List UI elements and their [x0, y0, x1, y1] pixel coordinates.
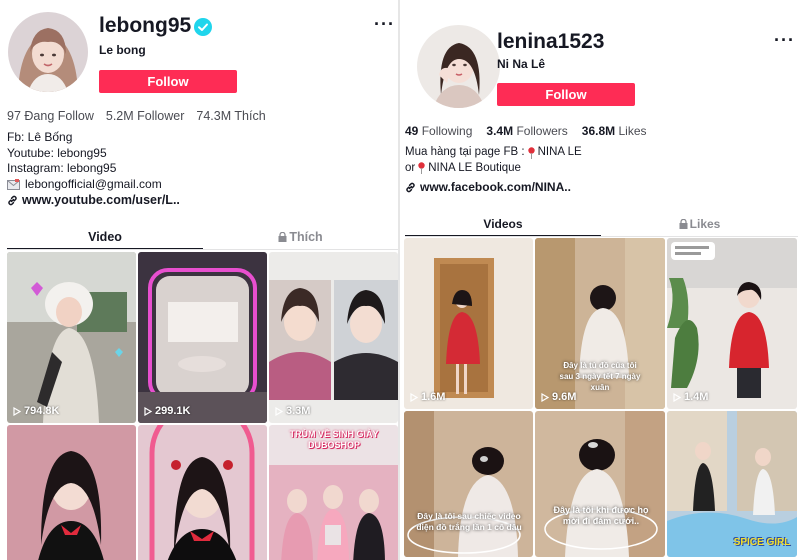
video-thumbnail[interactable]: 794.8K — [7, 252, 136, 423]
follow-button[interactable]: Follow — [99, 70, 237, 93]
profile-bio: Mua hàng tại page FB : NINA LE or NINA L… — [405, 145, 582, 176]
tabs-divider — [405, 236, 798, 237]
play-icon — [673, 392, 681, 402]
profile-tabs: Videos Likes — [405, 213, 798, 235]
video-caption: Đây là tôi sau chiếc video diện đồ trắng… — [416, 511, 522, 532]
video-thumbnail[interactable]: 3.3M — [269, 252, 398, 423]
view-count: 299.1K — [144, 405, 190, 417]
video-grid: 794.8K 299.1K 3.3M TRÙM VỀ SINH GIÀY DUB… — [7, 252, 398, 560]
profile-username: lebong95 — [99, 14, 192, 37]
video-banner-text: TRÙM VỀ SINH GIÀY DUBOSHOP — [289, 429, 379, 450]
followers-count[interactable]: 5.2M Follower — [106, 109, 185, 123]
profile-username: lenina1523 — [497, 30, 605, 53]
video-thumbnail[interactable]: 299.1K — [138, 252, 267, 423]
view-count: 794.8K — [13, 405, 59, 417]
profile-nickname: Ni Na Lê — [497, 57, 546, 71]
profile-stats: 49 Following 3.4M Followers 36.8M Likes — [405, 124, 647, 138]
likes-count: 74.3M Thích — [196, 109, 266, 123]
video-thumbnail[interactable] — [7, 425, 136, 560]
lock-icon — [679, 219, 688, 229]
more-dots-icon[interactable]: ··· — [374, 14, 395, 35]
view-count: 9.6M — [541, 391, 576, 403]
bio-line: Youtube: lebong95 — [7, 145, 107, 160]
video-caption: Đây là tủ đồ của tôi sau 3 ngày tết 7 ng… — [559, 361, 641, 392]
view-count: 1.6M — [410, 391, 445, 403]
followers-count[interactable]: 3.4M Followers — [486, 124, 567, 138]
follow-button[interactable]: Follow — [497, 83, 635, 106]
profile-panel-lebong95: lebong95 Le bong ··· Follow 97 Đang Foll… — [0, 0, 398, 560]
bio-line: Mua hàng tại page FB : NINA LE — [405, 146, 582, 159]
profile-link[interactable]: www.facebook.com/NINA.. — [405, 180, 571, 194]
profile-link[interactable]: www.youtube.com/user/L.. — [7, 193, 180, 207]
play-icon — [541, 392, 549, 402]
video-thumbnail[interactable]: 1.4M — [667, 238, 797, 409]
link-icon — [406, 182, 415, 192]
mail-icon — [7, 178, 20, 190]
video-thumbnail[interactable]: Đây là tôi khi được họ mời đi đám cưới.. — [535, 411, 665, 557]
video-thumbnail[interactable]: Đây là tôi sau chiếc video diện đồ trắng… — [404, 411, 533, 557]
pin-icon — [527, 147, 535, 159]
view-count: 1.4M — [673, 391, 708, 403]
video-thumbnail[interactable]: Đây là tủ đồ của tôi sau 3 ngày tết 7 ng… — [535, 238, 665, 409]
bio-line: Instagram: lebong95 — [7, 161, 117, 175]
profile-tabs: Video Thích — [7, 226, 398, 248]
video-thumbnail[interactable]: TRÙM VỀ SINH GIÀY DUBOSHOP — [269, 425, 398, 560]
profile-avatar[interactable] — [8, 12, 88, 92]
tab-videos[interactable]: Video — [7, 226, 203, 248]
view-count: 3.3M — [275, 405, 310, 417]
tabs-divider — [7, 249, 398, 250]
profile-nickname: Le bong — [99, 43, 146, 57]
lock-icon — [278, 232, 287, 242]
bio-line: Fb: Lê Bống — [7, 130, 73, 144]
link-icon — [8, 195, 17, 205]
likes-count: 36.8M Likes — [581, 124, 647, 138]
more-dots-icon[interactable]: ··· — [774, 30, 795, 51]
video-thumbnail[interactable] — [138, 425, 267, 560]
video-thumbnail[interactable]: 1.6M — [404, 238, 533, 409]
tab-likes[interactable]: Thích — [203, 226, 398, 248]
video-grid: 1.6M Đây là tủ đồ của tôi sau 3 ngày tết… — [404, 238, 797, 557]
bio-line: or NINA LE Boutique — [405, 161, 521, 175]
play-icon — [144, 406, 152, 416]
video-caption: Đây là tôi khi được họ mời đi đám cưới.. — [553, 505, 649, 526]
bio-email-line: lebongofficial@gmail.com — [7, 177, 162, 193]
video-thumbnail[interactable]: SPICE GIRL — [667, 411, 797, 557]
following-count[interactable]: 49 Following — [405, 124, 472, 138]
video-banner-text: SPICE GIRL — [733, 537, 791, 548]
play-icon — [410, 392, 418, 402]
profile-panel-lenina1523: lenina1523 Ni Na Lê ··· Follow 49 Follow… — [400, 0, 800, 560]
profile-avatar[interactable] — [417, 25, 500, 108]
tab-videos[interactable]: Videos — [405, 213, 601, 235]
pin-icon — [418, 162, 425, 175]
tab-likes[interactable]: Likes — [601, 213, 798, 235]
profile-bio: Fb: Lê Bống Youtube: lebong95 Instagram:… — [7, 130, 162, 192]
play-icon — [275, 406, 283, 416]
verified-badge-icon — [194, 18, 212, 36]
following-count[interactable]: 97 Đang Follow — [7, 109, 94, 123]
play-icon — [13, 406, 21, 416]
profile-stats: 97 Đang Follow 5.2M Follower 74.3M Thích — [7, 109, 266, 123]
